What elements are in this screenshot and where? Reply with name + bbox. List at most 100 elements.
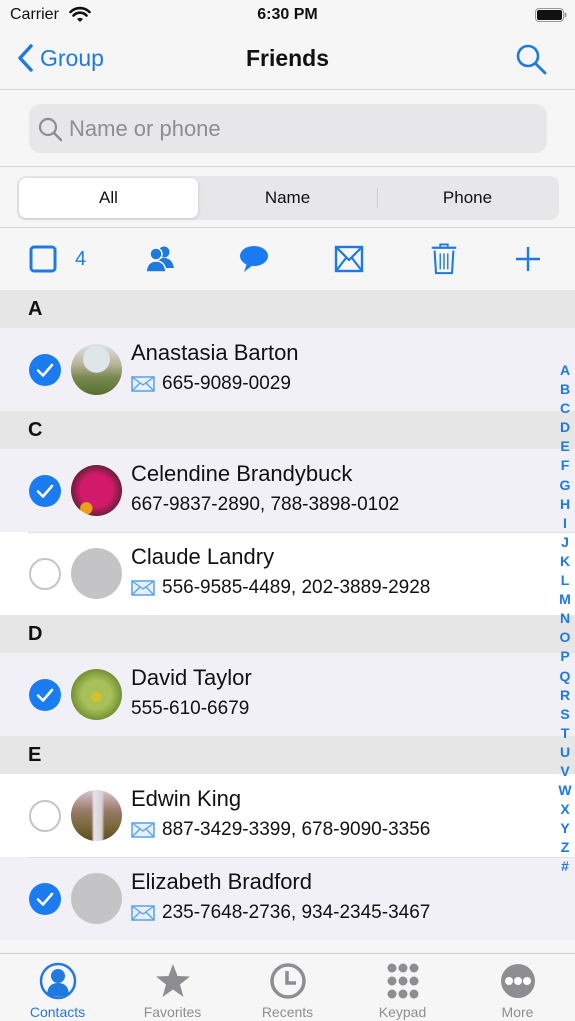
message-button[interactable] [239,242,269,276]
contact-row[interactable]: Anastasia Barton 665-9089-0029 [0,328,575,411]
index-letter[interactable]: D [560,418,570,437]
chevron-left-icon [18,44,33,72]
index-letter[interactable]: J [561,533,569,552]
index-letter[interactable]: S [560,705,569,724]
section-header-a: A [0,290,575,328]
filter-segment-area: All Name Phone [0,168,575,228]
trash-icon [431,243,457,275]
section-header-c: C [0,411,575,449]
segment-phone[interactable]: Phone [378,178,557,218]
select-all-button[interactable]: 4 [29,242,86,276]
index-letter[interactable]: O [560,628,571,647]
email-icon [131,822,155,838]
index-letter[interactable]: N [560,609,570,628]
contact-row[interactable]: Elizabeth Bradford 235-7648-2736, 934-23… [0,857,575,940]
index-letter[interactable]: A [560,361,570,380]
email-icon [131,905,155,921]
contact-name: Anastasia Barton [131,340,299,365]
contact-phone: 235-7648-2736, 934-2345-3467 [162,902,431,923]
navigation-bar: Group Friends [0,32,575,90]
index-letter[interactable]: V [560,762,569,781]
delete-button[interactable] [429,242,459,276]
index-letter[interactable]: W [558,781,571,800]
avatar-photo-waterfall [71,790,122,841]
back-label: Group [40,44,104,71]
contact-list[interactable]: A Anastasia Barton 665-9089-0029 C Celen… [0,290,575,953]
index-letter[interactable]: E [560,437,569,456]
contact-name: Celendine Brandybuck [131,461,353,486]
selected-count: 4 [75,247,87,270]
index-letter[interactable]: # [561,857,569,876]
checkmark-selected-icon[interactable] [29,474,61,507]
index-letter[interactable]: T [561,724,570,743]
checkmark-selected-icon[interactable] [29,678,61,711]
index-letter[interactable]: G [560,476,571,495]
tab-favorites[interactable]: Favorites [115,954,230,1021]
action-toolbar: 4 [0,229,575,289]
tab-label: Favorites [143,1004,202,1020]
index-letter[interactable]: Z [561,838,570,857]
contact-name: Elizabeth Bradford [131,869,312,894]
segment-name[interactable]: Name [198,178,377,218]
more-icon [500,964,535,998]
clock-icon [269,963,306,999]
contact-phone: 665-9089-0029 [162,373,291,394]
index-letter[interactable]: Y [560,819,569,838]
keypad-icon [387,963,418,999]
plus-icon [516,247,540,271]
index-letter[interactable]: M [559,590,571,609]
contact-row[interactable]: Edwin King 887-3429-3399, 678-9090-3356 [0,774,575,857]
avatar-placeholder [71,873,122,924]
index-letter[interactable]: Q [560,667,571,686]
avatar-placeholder [71,548,122,599]
checkbox-square-icon [29,245,57,273]
index-letter[interactable]: K [560,552,570,571]
email-icon [131,580,155,596]
filter-segmented-control: All Name Phone [17,176,559,220]
avatar-photo-flowers [71,465,122,516]
group-icon [145,246,174,273]
index-letter[interactable]: L [561,571,570,590]
avatar-photo-garden [71,344,122,395]
index-letter[interactable]: U [560,743,570,762]
contact-row[interactable]: David Taylor 555-610-6679 [0,653,575,736]
section-index-bar[interactable]: A B C D E F G H I J K L M N O P Q R S T U V W X Y Z # [555,361,575,877]
tab-more[interactable]: More [460,954,575,1021]
tab-recents[interactable]: Recents [230,954,345,1021]
segment-all[interactable]: All [19,178,198,218]
section-header-e: E [0,736,575,774]
checkmark-selected-icon[interactable] [29,353,61,386]
segment-label: Name [264,188,311,207]
index-letter[interactable]: X [560,800,569,819]
add-contact-button[interactable] [514,242,542,276]
email-button[interactable] [334,242,364,276]
avatar-photo-leaves [71,669,122,720]
speech-bubble-icon [240,246,268,272]
segment-label: All [99,188,118,207]
contact-phone: 555-610-6679 [131,698,250,719]
battery-icon [535,8,567,22]
envelope-icon [334,245,364,273]
search-input[interactable] [69,115,519,142]
checkmark-selected-icon[interactable] [29,882,61,915]
contact-name: Edwin King [131,786,242,811]
index-letter[interactable]: H [560,495,570,514]
index-letter[interactable]: R [560,686,570,705]
search-icon[interactable] [514,42,548,76]
segment-label: Phone [442,188,493,207]
tab-label: Recents [261,1004,314,1020]
search-field[interactable] [29,104,547,153]
index-letter[interactable]: C [560,399,570,418]
index-letter[interactable]: B [560,380,570,399]
contact-row[interactable]: Celendine Brandybuck 667-9837-2890, 788-… [0,449,575,532]
group-button[interactable] [145,242,175,276]
index-letter[interactable]: F [561,456,570,475]
checkmark-unselected-icon[interactable] [29,799,61,832]
tab-keypad[interactable]: Keypad [345,954,460,1021]
contact-row[interactable]: Claude Landry 556-9585-4489, 202-3889-29… [0,532,575,615]
index-letter[interactable]: I [563,514,567,533]
tab-contacts[interactable]: Contacts [0,954,115,1021]
back-button[interactable]: Group [16,43,104,73]
index-letter[interactable]: P [560,647,569,666]
checkmark-unselected-icon[interactable] [29,557,61,590]
